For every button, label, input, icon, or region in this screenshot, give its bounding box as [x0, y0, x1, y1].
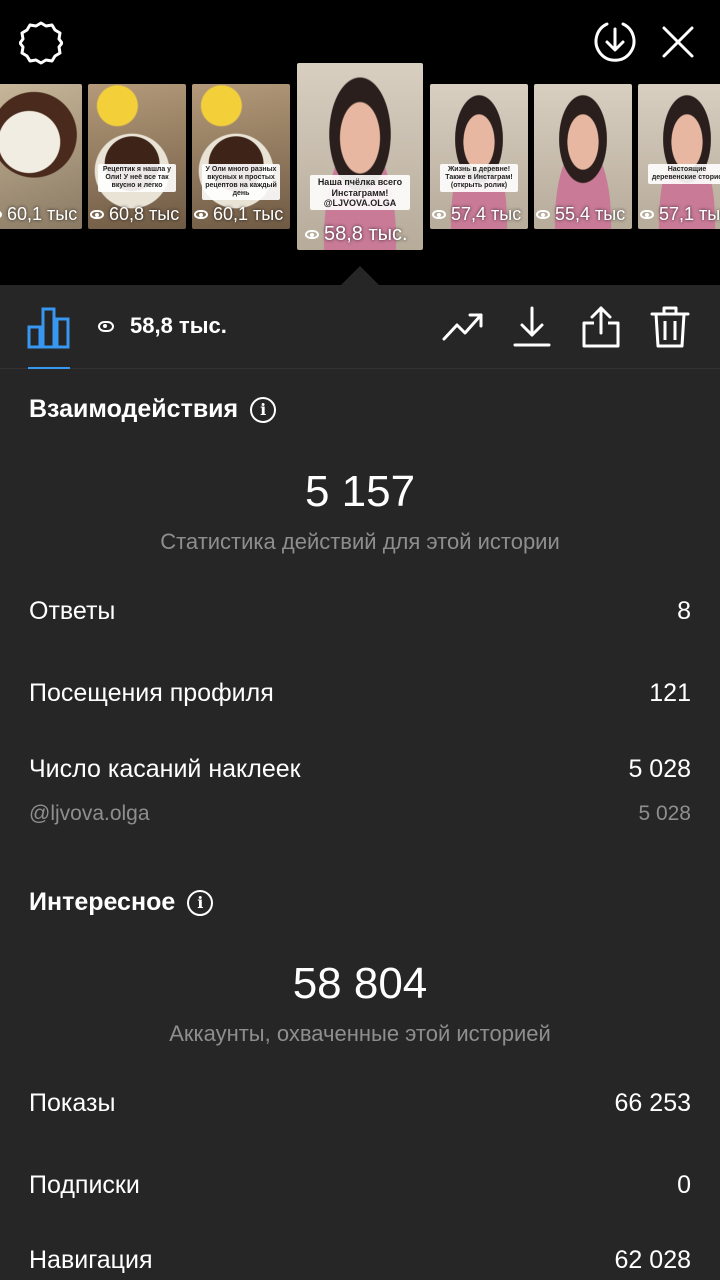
stat-row: Подписки 0: [29, 1171, 691, 1200]
story-views: 55,4 тыс: [555, 204, 626, 224]
stories-strip: 60,1 тыс Рецептик я нашла у Оли! У неё в…: [0, 0, 720, 285]
stat-row: Число касаний наклеек 5 028: [29, 755, 691, 784]
discovery-caption: Аккаунты, охваченные этой историей: [169, 1021, 551, 1046]
viewers-button[interactable]: 58,8 тыс.: [98, 313, 227, 339]
story-views: 57,4 тыс: [451, 204, 522, 224]
story-caption: Наша пчёлка всего Инстаграмм! @LJVOVA.OL…: [309, 175, 411, 211]
sticker-mention: @ljvova.olga: [29, 802, 150, 825]
eye-icon: [98, 320, 114, 332]
insights-panel: 58,8 тыс. Взаимодействия i 5 157 Статист…: [0, 285, 720, 1280]
insights-toolbar: 58,8 тыс.: [0, 285, 720, 369]
bar-chart-icon: [27, 307, 70, 349]
tab-underline: [28, 367, 70, 369]
stat-label: Подписки: [29, 1171, 140, 1199]
stat-value: 8: [677, 597, 691, 625]
story-thumbnail[interactable]: У Оли много разных вкусных и простых рец…: [192, 84, 290, 229]
story-image: [297, 63, 423, 250]
eye-icon: [640, 210, 654, 219]
stat-label: Посещения профиля: [29, 679, 274, 707]
interactions-title: Взаимодействия: [29, 395, 239, 423]
interactions-caption: Статистика действий для этой истории: [160, 529, 560, 554]
stat-row: Ответы 8: [29, 597, 691, 626]
eye-icon: [432, 210, 446, 219]
stat-subrow: @ljvova.olga 5 028: [29, 802, 691, 826]
story-views: 60,1 тыс: [213, 204, 284, 224]
download-button[interactable]: [510, 305, 554, 349]
info-icon[interactable]: i: [187, 889, 214, 916]
eye-icon: [194, 210, 208, 219]
eye-icon: [536, 210, 550, 219]
stat-value: 66 253: [614, 1089, 691, 1117]
eye-icon: [90, 210, 104, 219]
story-views: 57,1 тыс: [659, 204, 720, 224]
story-thumbnail[interactable]: Рецептик я нашла у Оли! У неё все так вк…: [88, 84, 186, 229]
trash-icon: [650, 306, 690, 348]
stat-row: Посещения профиля 121: [29, 679, 691, 708]
discovery-heading: Интересное i: [29, 888, 214, 917]
interactions-heading: Взаимодействия i: [29, 395, 277, 424]
eye-icon: [0, 210, 2, 219]
active-story-pointer: [341, 266, 379, 285]
story-caption: У Оли много разных вкусных и простых рец…: [201, 163, 281, 200]
stat-value: 0: [677, 1171, 691, 1199]
stat-label: Ответы: [29, 597, 116, 625]
stat-value: 62 028: [614, 1246, 691, 1274]
story-thumbnail[interactable]: Настоящие деревенские сторис 57,1 тыс: [638, 84, 720, 229]
tab-insights[interactable]: [26, 305, 70, 349]
interactions-total: 5 157: [304, 467, 416, 516]
trend-icon: [442, 313, 483, 341]
story-views: 60,8 тыс: [109, 204, 180, 224]
story-caption: Жизнь в деревне! Также в Инстаграм! (отк…: [439, 163, 519, 192]
story-thumbnail[interactable]: 55,4 тыс: [534, 84, 632, 229]
story-view-count: 58,8 тыс.: [130, 313, 227, 338]
stat-value: 5 028: [628, 755, 691, 783]
discovery-total: 58 804: [292, 959, 428, 1008]
stat-row: Навигация 62 028: [29, 1246, 691, 1275]
stat-label: Число касаний наклеек: [29, 755, 301, 783]
sticker-taps-value: 5 028: [638, 802, 691, 825]
stat-row: Показы 66 253: [29, 1089, 691, 1118]
promote-button[interactable]: [441, 305, 485, 349]
discovery-title: Интересное: [29, 888, 176, 916]
stat-label: Навигация: [29, 1246, 153, 1274]
story-caption: Рецептик я нашла у Оли! У неё все так вк…: [97, 163, 177, 192]
share-icon: [582, 306, 620, 348]
stat-value: 121: [649, 679, 691, 707]
story-views: 58,8 тыс.: [324, 223, 408, 245]
delete-button[interactable]: [648, 305, 692, 349]
story-caption: Настоящие деревенские сторис: [647, 163, 720, 184]
story-views: 60,1 тыс: [7, 204, 78, 224]
info-icon[interactable]: i: [250, 396, 277, 423]
stat-label: Показы: [29, 1089, 116, 1117]
share-button[interactable]: [579, 305, 623, 349]
story-thumbnail[interactable]: 60,1 тыс: [0, 84, 82, 229]
download-icon: [513, 306, 551, 347]
story-thumbnail-active[interactable]: Наша пчёлка всего Инстаграмм! @LJVOVA.OL…: [297, 63, 423, 250]
eye-icon: [305, 230, 319, 239]
story-thumbnail[interactable]: Жизнь в деревне! Также в Инстаграм! (отк…: [430, 84, 528, 229]
